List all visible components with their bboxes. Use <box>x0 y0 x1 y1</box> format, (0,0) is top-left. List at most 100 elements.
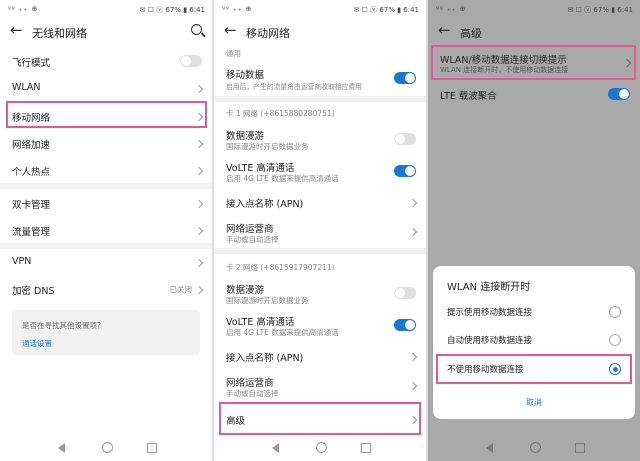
nav-back-icon[interactable] <box>486 443 493 453</box>
nav-recents-icon[interactable] <box>147 443 157 453</box>
airplane-mode-row[interactable]: 飞行模式 <box>0 50 212 72</box>
chevron-right-icon <box>194 166 204 176</box>
section-divider <box>214 248 426 254</box>
hotspot-row[interactable]: 个人热点 <box>0 159 212 181</box>
nav-home-icon[interactable] <box>316 442 327 453</box>
operator-sub: 手动或自动选择 <box>226 235 279 244</box>
chevron-right-icon <box>194 258 204 268</box>
airplane-mode-toggle[interactable] <box>180 55 202 67</box>
roaming-label: 数据漫游 <box>226 131 265 142</box>
status-right: ✉ ☐ ⓥ 67% ▮ 6:41 <box>139 6 205 14</box>
volte-sub: 启用 4G LTE 数据来提供高清通话 <box>226 328 339 337</box>
highlight-frame <box>219 402 421 435</box>
roaming-sub: 国际漫游时开启数据业务 <box>226 296 309 305</box>
section-divider <box>214 96 426 102</box>
card2-volte-toggle[interactable] <box>394 319 416 331</box>
status-bar: ᵍᵍ ₊₊ ⊕ ✉ ☐ ⓥ 67% ▮ 6:41 <box>214 0 426 18</box>
status-right: ✉ ☐ ⓥ 67% ▮ 6:41 <box>353 6 419 14</box>
general-section-header: 通用 <box>226 49 241 58</box>
highlight-frame <box>6 101 207 128</box>
status-left: ᵍᵍ ₊₊ ⊕ <box>222 5 253 13</box>
card1-apn-row[interactable]: 接入点名称 (APN) <box>214 191 426 213</box>
back-arrow-icon[interactable]: ← <box>10 23 23 38</box>
volte-label: VoLTE 高清通话 <box>226 163 295 174</box>
nav-home-icon[interactable] <box>530 442 541 453</box>
highlight-frame <box>431 45 636 80</box>
cancel-button[interactable]: 取消 <box>433 397 635 408</box>
navigation-bar <box>0 439 212 461</box>
mobile-data-row[interactable]: 移动数据 启用后，产生的流量将由运营商收取相应费用 <box>214 64 426 94</box>
operator-label: 网络运营商 <box>226 224 274 235</box>
roaming-label: 数据漫游 <box>226 285 265 296</box>
page-title: 无线和网络 <box>32 27 87 40</box>
suggestion-card: 是否在寻找其他设置项？ 通话设置 <box>12 310 200 355</box>
advanced-screen: ᵍᵍ ₊₊ ⊕ ✉ ☐ ⓥ 67% ▮ 6:41 ← 高级 WLAN/移动数据连… <box>428 0 640 461</box>
status-right: ✉ ☐ ⓥ 67% ▮ 6:41 <box>567 6 633 14</box>
vpn-row[interactable]: VPN <box>0 251 212 273</box>
nav-back-icon[interactable] <box>58 443 65 453</box>
call-settings-link[interactable]: 通话设置 <box>22 338 52 349</box>
data-usage-row[interactable]: 流量管理 <box>0 219 212 241</box>
screenshot-composite: ᵍᵍ ₊₊ ⊕ ✉ ☐ ⓥ 67% ▮ 6:41 ← 无线和网络 飞行模式 WL… <box>0 0 640 461</box>
card2-roaming-toggle[interactable] <box>394 287 416 299</box>
lte-ca-label: LTE 载波聚合 <box>440 91 497 102</box>
highlight-frame <box>436 354 632 384</box>
nav-recents-icon[interactable] <box>361 443 371 453</box>
option-prompt-radio[interactable] <box>609 306 621 318</box>
operator-sub: 手动或自动选择 <box>226 389 279 398</box>
lte-ca-toggle[interactable] <box>608 88 630 100</box>
card2-section-header: 卡 2 网络 (+8615917907211) <box>226 263 335 272</box>
wlan-row[interactable]: WLAN <box>0 77 212 99</box>
back-arrow-icon[interactable]: ← <box>438 23 451 38</box>
lte-ca-row[interactable]: LTE 载波聚合 <box>428 84 640 106</box>
back-arrow-icon[interactable]: ← <box>224 23 237 38</box>
card2-operator-row[interactable]: 网络运营商 手动或自动选择 <box>214 372 426 400</box>
status-left: ᵍᵍ ₊₊ ⊕ <box>8 5 39 13</box>
card1-operator-row[interactable]: 网络运营商 手动或自动选择 <box>214 218 426 246</box>
mobile-data-sub: 启用后，产生的流量将由运营商收取相应费用 <box>226 83 362 91</box>
apn-label: 接入点名称 (APN) <box>226 353 304 364</box>
dual-card-row[interactable]: 双卡管理 <box>0 192 212 214</box>
hotspot-label: 个人热点 <box>12 167 51 178</box>
nav-back-icon[interactable] <box>272 443 279 453</box>
nav-home-icon[interactable] <box>102 442 113 453</box>
section-divider <box>0 183 212 189</box>
option-prompt-row[interactable]: 提示使用移动数据连接 <box>433 300 635 324</box>
apn-label: 接入点名称 (APN) <box>226 199 304 210</box>
vpn-label: VPN <box>12 256 32 267</box>
card1-roaming-row[interactable]: 数据漫游 国际漫游时开启数据业务 <box>214 125 426 153</box>
dual-card-label: 双卡管理 <box>12 200 51 211</box>
card1-volte-row[interactable]: VoLTE 高清通话 启用 4G LTE 数据来提供高清通话 <box>214 157 426 185</box>
card2-roaming-row[interactable]: 数据漫游 国际漫游时开启数据业务 <box>214 279 426 307</box>
card1-volte-toggle[interactable] <box>394 165 416 177</box>
app-bar: ← 移动网络 <box>214 18 426 46</box>
status-bar: ᵍᵍ ₊₊ ⊕ ✉ ☐ ⓥ 67% ▮ 6:41 <box>428 0 640 18</box>
mobile-data-toggle[interactable] <box>394 72 416 84</box>
search-icon[interactable] <box>191 24 202 35</box>
card1-roaming-toggle[interactable] <box>394 133 416 145</box>
suggestion-question: 是否在寻找其他设置项？ <box>22 321 105 330</box>
page-title: 高级 <box>460 27 482 40</box>
wireless-network-screen: ᵍᵍ ₊₊ ⊕ ✉ ☐ ⓥ 67% ▮ 6:41 ← 无线和网络 飞行模式 WL… <box>0 0 212 461</box>
airplane-mode-label: 飞行模式 <box>12 58 51 69</box>
mobile-data-label: 移动数据 <box>226 70 265 81</box>
section-divider <box>0 243 212 249</box>
chevron-right-icon <box>194 199 204 209</box>
chevron-right-icon <box>194 285 204 295</box>
network-acceleration-label: 网络加速 <box>12 140 51 151</box>
private-dns-row[interactable]: 加密 DNS 已关闭 <box>0 278 212 300</box>
card2-volte-row[interactable]: VoLTE 高清通话 启用 4G LTE 数据来提供高清通话 <box>214 311 426 339</box>
card2-apn-row[interactable]: 接入点名称 (APN) <box>214 345 426 367</box>
chevron-right-icon <box>194 139 204 149</box>
data-usage-label: 流量管理 <box>12 227 51 238</box>
wlan-label: WLAN <box>12 82 41 93</box>
volte-sub: 启用 4G LTE 数据来提供高清通话 <box>226 174 339 183</box>
option-auto-radio[interactable] <box>609 334 621 346</box>
option-auto-row[interactable]: 自动使用移动数据连接 <box>433 328 635 352</box>
nav-recents-icon[interactable] <box>575 443 585 453</box>
app-bar: ← 高级 <box>428 18 640 46</box>
option-prompt-label: 提示使用移动数据连接 <box>447 308 533 318</box>
chevron-right-icon <box>408 227 418 237</box>
network-acceleration-row[interactable]: 网络加速 <box>0 132 212 154</box>
navigation-bar <box>428 439 640 461</box>
